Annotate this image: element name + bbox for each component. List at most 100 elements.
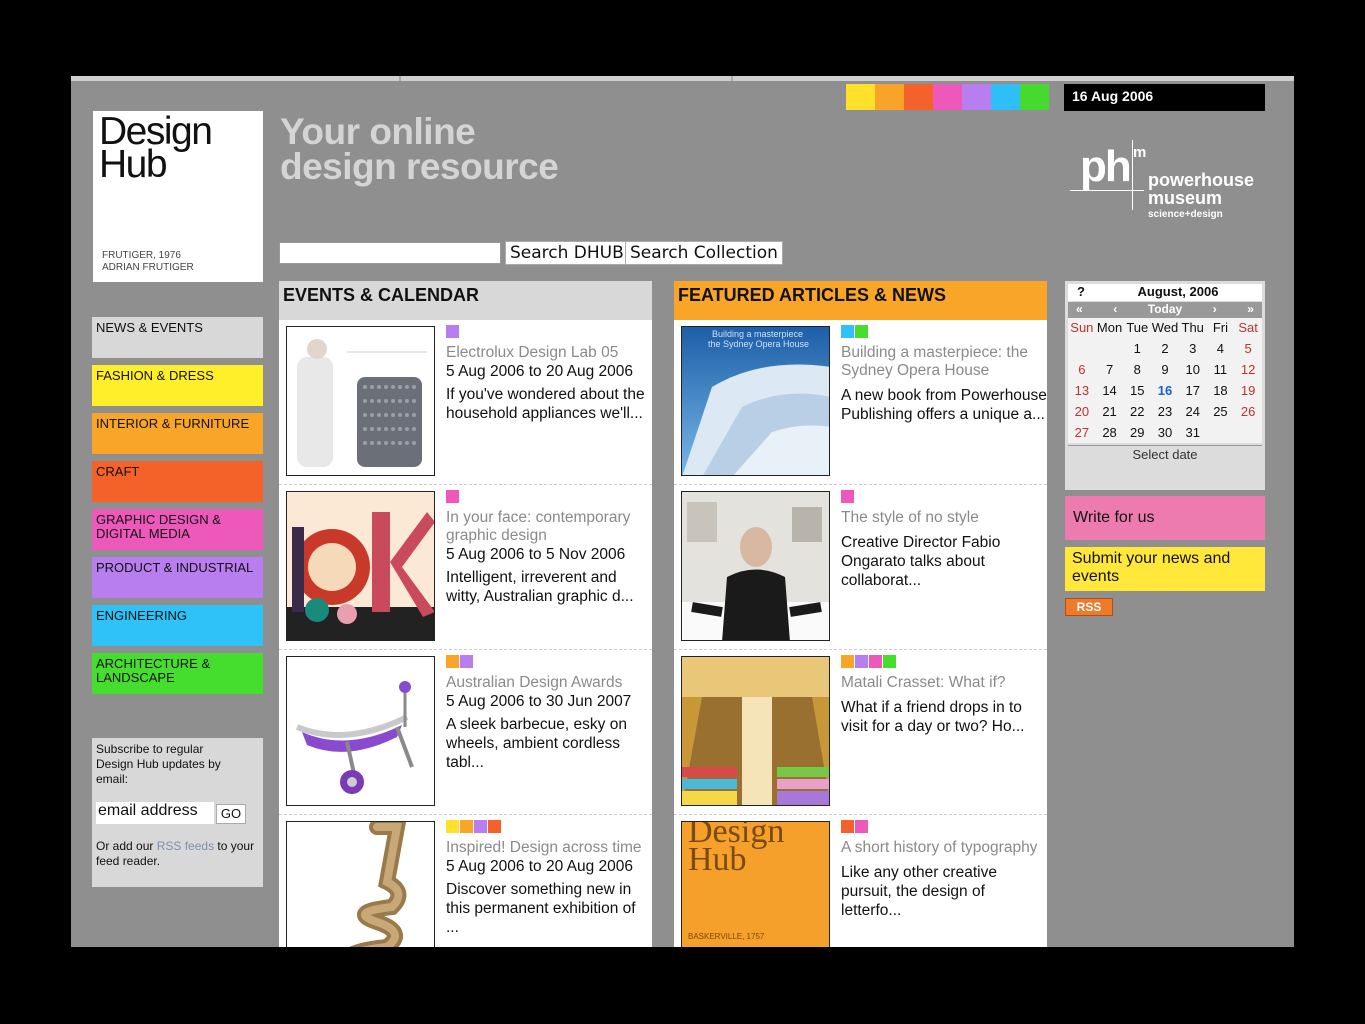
events-thumbnail[interactable] bbox=[286, 821, 435, 947]
calendar-help-button[interactable]: ? bbox=[1068, 284, 1094, 301]
calendar-day[interactable]: 21 bbox=[1096, 401, 1124, 422]
events-item-title[interactable]: Australian Design Awards bbox=[446, 674, 652, 692]
calendar-weekday: Mon bbox=[1096, 320, 1123, 335]
calendar-day[interactable]: 9 bbox=[1151, 359, 1179, 380]
category-tags bbox=[446, 490, 459, 503]
calendar-day[interactable]: 31 bbox=[1179, 422, 1207, 443]
nav-engineering[interactable]: ENGINEERING bbox=[92, 605, 263, 646]
events-item-body: Inspired! Design across time 5 Aug 2006 t… bbox=[446, 839, 652, 937]
search-input[interactable] bbox=[279, 242, 501, 264]
email-field[interactable]: email address bbox=[96, 802, 214, 824]
nav-graphic-design-digital-media[interactable]: GRAPHIC DESIGN & DIGITAL MEDIA bbox=[92, 509, 263, 550]
category-tag bbox=[474, 820, 487, 833]
featured-thumbnail[interactable]: Design Hub BASKERVILLE, 1757 bbox=[681, 821, 830, 947]
calendar-day[interactable]: 30 bbox=[1151, 422, 1179, 443]
calendar-day bbox=[1207, 422, 1235, 443]
featured-item-body: A short history of typography Like any ot… bbox=[841, 839, 1047, 920]
go-button[interactable]: GO bbox=[216, 804, 246, 824]
featured-item[interactable]: The style of no style Creative Director F… bbox=[674, 485, 1047, 650]
color-swatch[interactable] bbox=[962, 84, 991, 110]
featured-item-body: Building a masterpiece: the Sydney Opera… bbox=[841, 344, 1047, 424]
search-collection-button[interactable]: Search Collection bbox=[625, 241, 783, 265]
featured-item-title[interactable]: Matali Crasset: What if? bbox=[841, 674, 1047, 692]
calendar-prev-year[interactable]: « bbox=[1076, 302, 1083, 318]
search-dhub-button[interactable]: Search DHUB bbox=[505, 241, 629, 265]
featured-item-desc: Creative Director Fabio Ongarato talks a… bbox=[841, 534, 1001, 589]
events-thumbnail[interactable] bbox=[286, 326, 435, 476]
events-thumbnail[interactable] bbox=[286, 656, 435, 806]
calendar-day[interactable]: 17 bbox=[1179, 380, 1207, 401]
featured-item-title[interactable]: Building a masterpiece: the Sydney Opera… bbox=[841, 344, 1047, 380]
calendar-today[interactable]: Today bbox=[1148, 302, 1182, 318]
calendar-day[interactable]: 3 bbox=[1179, 338, 1207, 359]
powerhouse-museum-logo[interactable]: ph m powerhouse museum science+design bbox=[1066, 132, 1256, 227]
rss-feeds-link[interactable]: RSS feeds bbox=[157, 839, 214, 853]
color-swatch[interactable] bbox=[933, 84, 962, 110]
calendar-day[interactable]: 4 bbox=[1207, 338, 1235, 359]
calendar-day[interactable]: 14 bbox=[1096, 380, 1124, 401]
featured-item[interactable]: Building a masterpiece the Sydney Opera H… bbox=[674, 320, 1047, 485]
color-swatch[interactable] bbox=[846, 84, 875, 110]
featured-item[interactable]: Design Hub BASKERVILLE, 1757 A short histor… bbox=[674, 815, 1047, 947]
calendar-day[interactable]: 28 bbox=[1096, 422, 1124, 443]
nav-news-events[interactable]: NEWS & EVENTS bbox=[92, 317, 263, 358]
calendar-day[interactable]: 8 bbox=[1123, 359, 1151, 380]
nav-interior-furniture[interactable]: INTERIOR & FURNITURE bbox=[92, 413, 263, 454]
events-item-title[interactable]: Electrolux Design Lab 05 bbox=[446, 344, 652, 362]
calendar-day[interactable]: 12 bbox=[1234, 359, 1262, 380]
featured-item-title[interactable]: A short history of typography bbox=[841, 839, 1047, 857]
category-tag bbox=[841, 490, 854, 503]
calendar-day[interactable]: 26 bbox=[1234, 401, 1262, 422]
calendar-day[interactable]: 5 bbox=[1234, 338, 1262, 359]
calendar-day[interactable]: 7 bbox=[1096, 359, 1124, 380]
calendar-day[interactable]: 15 bbox=[1123, 380, 1151, 401]
featured-item[interactable]: Matali Crasset: What if? What if a friend… bbox=[674, 650, 1047, 815]
calendar-day[interactable]: 10 bbox=[1179, 359, 1207, 380]
events-item[interactable]: Electrolux Design Lab 05 5 Aug 2006 to 20… bbox=[279, 320, 652, 485]
calendar-day[interactable]: 16 bbox=[1151, 380, 1179, 401]
events-item[interactable]: Australian Design Awards 5 Aug 2006 to 30… bbox=[279, 650, 652, 815]
museum-ph: ph bbox=[1080, 142, 1132, 191]
color-swatch[interactable] bbox=[991, 84, 1020, 110]
nav-product-industrial[interactable]: PRODUCT & INDUSTRIAL bbox=[92, 557, 263, 598]
events-item-title[interactable]: Inspired! Design across time bbox=[446, 839, 652, 857]
color-swatch[interactable] bbox=[875, 84, 904, 110]
write-for-us-button[interactable]: Write for us bbox=[1065, 496, 1265, 540]
nav-architecture-landscape[interactable]: ARCHITECTURE & LANDSCAPE bbox=[92, 653, 263, 694]
calendar-next-year[interactable]: » bbox=[1247, 302, 1254, 318]
calendar-day[interactable]: 23 bbox=[1151, 401, 1179, 422]
calendar-day[interactable]: 22 bbox=[1123, 401, 1151, 422]
calendar-day[interactable]: 20 bbox=[1068, 401, 1096, 422]
nav-fashion-dress[interactable]: FASHION & DRESS bbox=[92, 365, 263, 406]
calendar-day[interactable]: 1 bbox=[1123, 338, 1151, 359]
calendar-day[interactable]: 19 bbox=[1234, 380, 1262, 401]
calendar-day bbox=[1096, 338, 1124, 359]
calendar-day[interactable]: 6 bbox=[1068, 359, 1096, 380]
category-tag bbox=[883, 655, 896, 668]
nav-craft[interactable]: CRAFT bbox=[92, 461, 263, 502]
calendar-day[interactable]: 13 bbox=[1068, 380, 1096, 401]
featured-item-title[interactable]: The style of no style bbox=[841, 509, 1047, 527]
calendar-day[interactable]: 25 bbox=[1207, 401, 1235, 422]
calendar-next-month[interactable]: › bbox=[1213, 302, 1217, 318]
submit-news-button[interactable]: Submit your news and events bbox=[1065, 547, 1265, 591]
calendar-day[interactable]: 27 bbox=[1068, 422, 1096, 443]
calendar-grid: 1 2 3 4 5 6 7 8 9 10 11 12 13 14 15 16 17 18 19 20 21 22 23 24 2… bbox=[1068, 338, 1262, 443]
events-item-title[interactable]: In your face: contemporary graphic desig… bbox=[446, 509, 652, 545]
calendar-prev-month[interactable]: ‹ bbox=[1113, 302, 1117, 318]
featured-thumbnail[interactable] bbox=[681, 656, 830, 806]
color-swatch[interactable] bbox=[1020, 84, 1049, 110]
events-item[interactable]: Inspired! Design across time 5 Aug 2006 t… bbox=[279, 815, 652, 947]
events-thumbnail[interactable] bbox=[286, 491, 435, 641]
calendar-day[interactable]: 18 bbox=[1207, 380, 1235, 401]
calendar-day[interactable]: 24 bbox=[1179, 401, 1207, 422]
calendar-day[interactable]: 2 bbox=[1151, 338, 1179, 359]
rss-button[interactable]: RSS bbox=[1065, 598, 1113, 616]
category-tags bbox=[841, 325, 868, 338]
calendar-day[interactable]: 11 bbox=[1207, 359, 1235, 380]
color-swatch[interactable] bbox=[904, 84, 933, 110]
events-item[interactable]: In your face: contemporary graphic desig… bbox=[279, 485, 652, 650]
calendar-day[interactable]: 29 bbox=[1123, 422, 1151, 443]
featured-thumbnail[interactable]: Building a masterpiece the Sydney Opera H… bbox=[681, 326, 830, 476]
featured-thumbnail[interactable] bbox=[681, 491, 830, 641]
